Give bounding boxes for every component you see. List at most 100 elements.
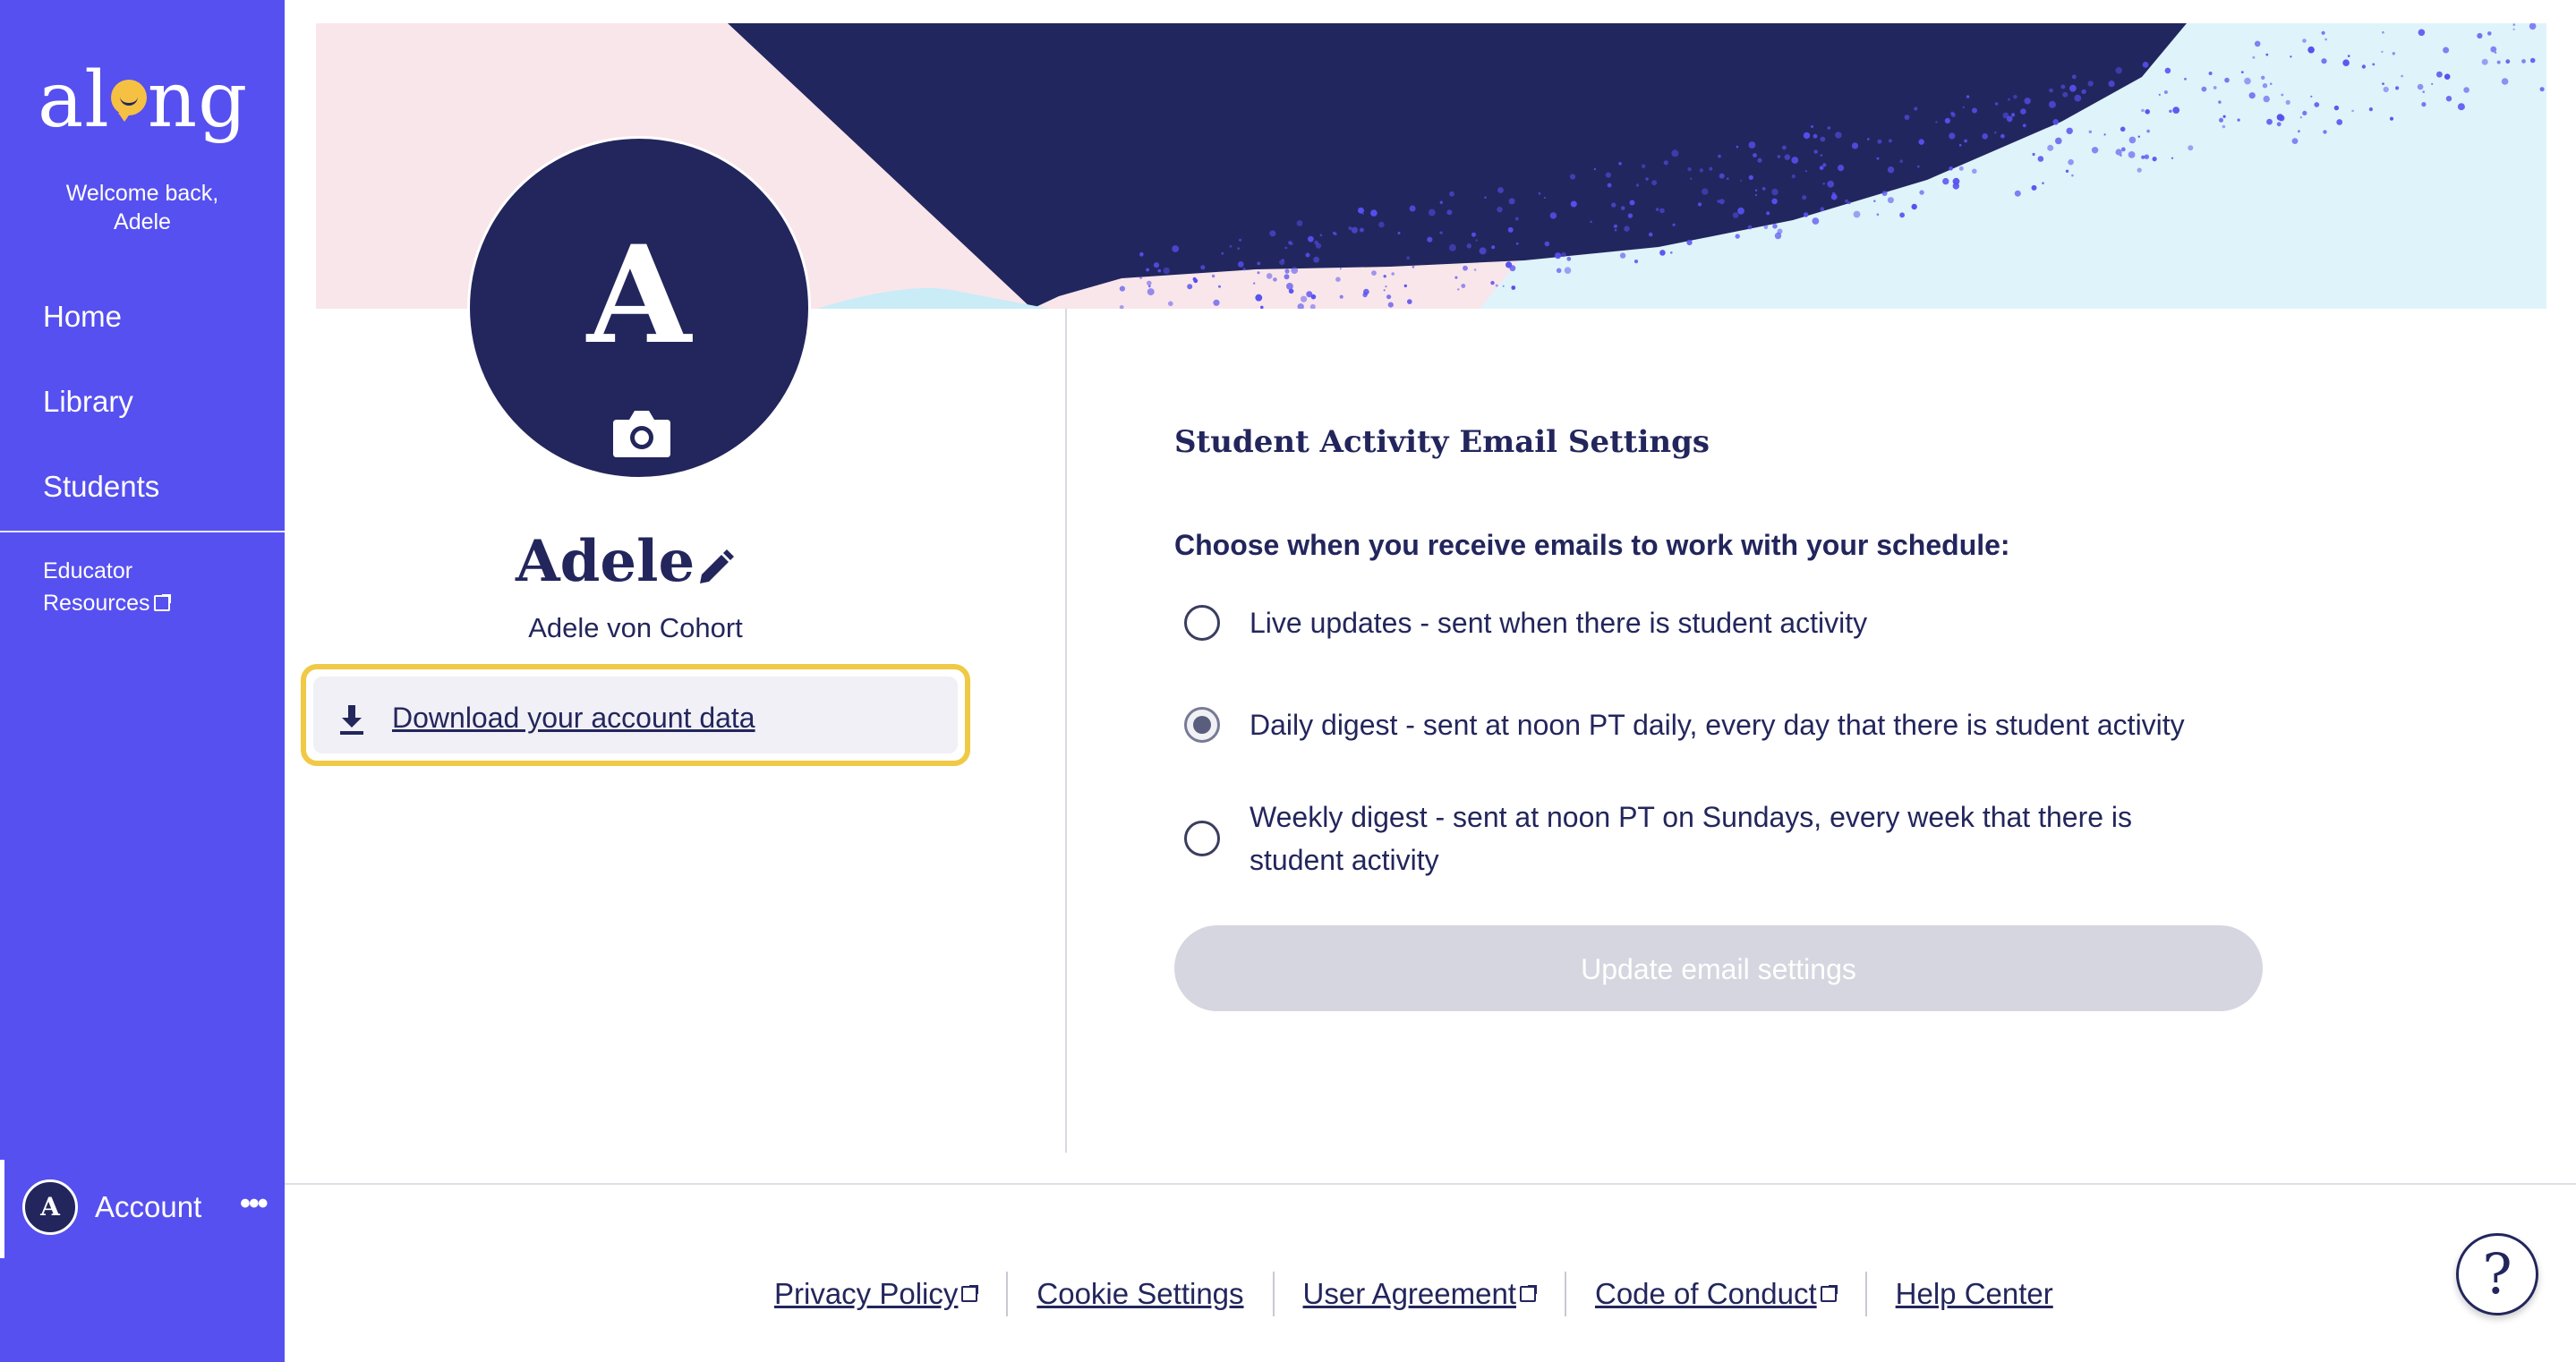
banner-speckle [1544,241,1550,247]
banner-speckle [1873,200,1876,202]
banner-speckle [1213,299,1220,306]
banner-speckle [1822,163,1827,167]
banner-speckle [1359,227,1364,233]
banner-speckle [1771,198,1778,205]
banner-speckle [1457,288,1460,291]
banner-speckle [2088,130,2092,133]
banner-speckle [1351,226,1358,234]
banner-speckle [1659,250,1666,256]
banner-speckle [2512,28,2515,30]
sidebar-item-students[interactable]: Students [43,470,159,504]
sidebar: al ng Welcome back, Adele Home Library St… [0,0,285,1362]
external-link-icon [153,594,171,611]
banner-speckle [1867,138,1870,140]
banner-speckle [1403,284,1408,288]
banner-speckle [1358,207,1364,214]
banner-speckle [2152,157,2157,162]
banner-speckle [1439,200,1444,204]
footer-link-code-of-conduct[interactable]: Code of Conduct [1566,1277,1865,1311]
banner-speckle [2158,93,2161,96]
radio-button-weekly-digest[interactable] [1184,821,1220,856]
radio-button-live-updates[interactable] [1184,605,1220,641]
banner-speckle [2201,86,2207,92]
banner-speckle [2169,109,2172,114]
banner-speckle [1449,191,1454,197]
sidebar-account-item[interactable]: A Account ••• [0,1160,285,1258]
banner-speckle [2145,109,2150,115]
banner-speckle [1620,206,1625,210]
banner-speckle [1319,234,1323,237]
banner-speckle [1383,275,1386,278]
update-email-settings-button[interactable]: Update email settings [1174,925,2263,1011]
along-logo[interactable]: al ng [38,55,252,145]
banner-speckle [1735,234,1740,239]
banner-speckle [1306,291,1313,298]
banner-speckle [2128,136,2137,144]
sidebar-item-home[interactable]: Home [43,300,122,334]
camera-icon[interactable] [611,409,672,459]
banner-speckle [2032,152,2035,157]
banner-speckle [2163,90,2168,94]
banner-speckle [2013,95,2017,99]
banner-speckle [1153,262,1160,268]
banner-speckle [1812,217,1820,225]
profile-avatar[interactable]: A [467,136,811,480]
banner-speckle [1672,223,1676,226]
footer-link-cookie-settings[interactable]: Cookie Settings [1008,1277,1272,1311]
radio-button-daily-digest[interactable] [1184,707,1220,743]
banner-speckle [1538,192,1541,195]
banner-speckle [2431,82,2434,85]
banner-speckle [1555,252,1562,260]
banner-speckle [2501,78,2509,85]
banner-speckle [1363,288,1369,295]
banner-speckle [2529,57,2536,64]
download-account-data-link[interactable]: Download your account data [313,677,958,753]
banner-speckle [1851,142,1859,149]
banner-speckle [2382,82,2384,85]
banner-speckle [2333,105,2340,111]
banner-speckle [2068,158,2074,166]
more-options-icon[interactable]: ••• [240,1187,269,1222]
banner-speckle [1748,175,1753,180]
banner-speckle [1229,244,1233,248]
banner-speckle [2285,99,2290,105]
banner-speckle [1564,267,1572,275]
banner-speckle [1371,270,1377,276]
banner-speckle [1949,132,1956,140]
banner-speckle [1819,166,1824,171]
banner-speckle [2281,93,2284,97]
pencil-edit-icon[interactable] [696,548,736,587]
banner-speckle [2477,32,2483,39]
sidebar-item-library[interactable]: Library [43,385,133,419]
account-label: Account [95,1190,202,1223]
banner-speckle [1284,274,1290,280]
banner-speckle [1877,139,1882,144]
banner-speckle [1709,166,1713,171]
email-settings-prompt: Choose when you receive emails to work w… [1174,529,2010,561]
banner-speckle [2276,114,2284,121]
banner-speckle [1590,220,1592,224]
banner-speckle [1813,133,1818,139]
banner-speckle [1461,284,1466,288]
banner-speckle [1409,205,1416,212]
banner-speckle [1427,236,1433,243]
external-link-icon [1519,1285,1537,1302]
banner-speckle [1627,213,1633,218]
banner-speckle [1497,187,1504,193]
footer-link-help-center[interactable]: Help Center [1867,1277,2082,1311]
banner-speckle [2481,58,2488,65]
banner-speckle [1566,256,1572,261]
help-button[interactable]: ? [2456,1233,2538,1315]
banner-speckle [1239,238,1242,242]
banner-speckle [1687,167,1692,172]
banner-speckle [1257,271,1260,275]
banner-speckle [1659,208,1665,214]
sidebar-item-educator-resources[interactable]: Educator Resources [43,555,171,619]
banner-speckle [1690,177,1693,180]
banner-speckle [1511,285,1516,290]
footer-link-privacy-policy[interactable]: Privacy Policy [774,1277,1006,1311]
banner-speckle [1699,168,1704,173]
footer-link-user-agreement[interactable]: User Agreement [1275,1277,1565,1311]
banner-speckle [1994,131,1997,134]
educator-resources-label-line2: Resources [43,591,150,616]
